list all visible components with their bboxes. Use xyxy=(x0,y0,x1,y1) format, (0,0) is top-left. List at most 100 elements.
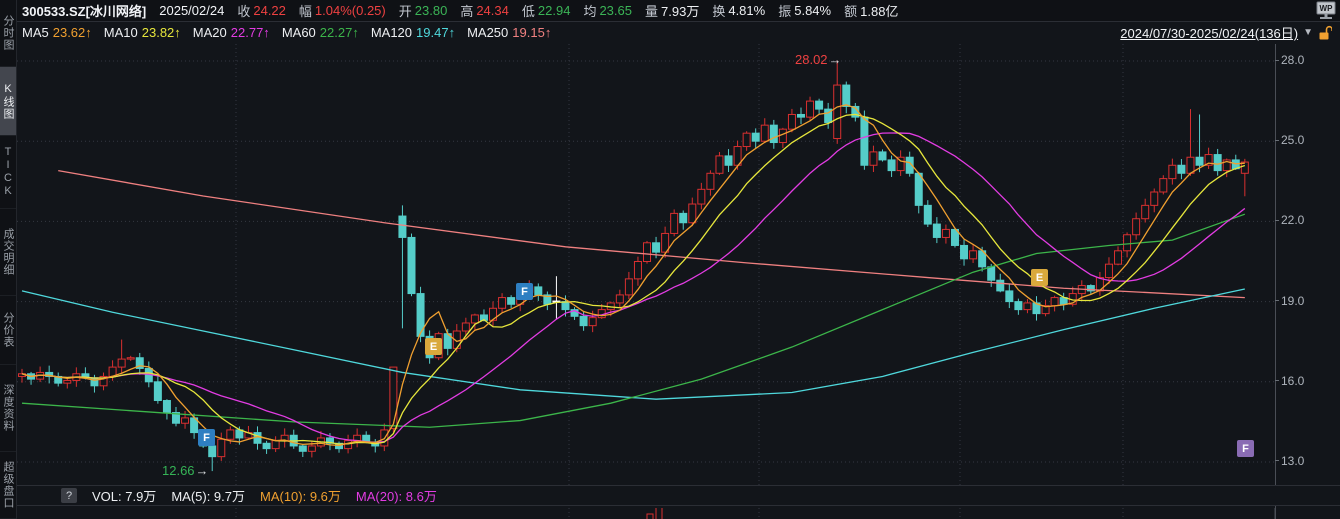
candle[interactable] xyxy=(154,377,161,404)
candle[interactable] xyxy=(290,430,297,449)
date-range-control: 2024/07/30-2025/02/24(136日) ▼ xyxy=(1120,23,1340,42)
candle[interactable] xyxy=(942,225,949,244)
candle[interactable] xyxy=(1051,296,1058,312)
candle[interactable] xyxy=(1133,213,1140,240)
candle[interactable] xyxy=(725,149,732,172)
candle[interactable] xyxy=(698,183,705,209)
candle[interactable] xyxy=(163,399,170,419)
candle[interactable] xyxy=(961,240,968,266)
candle[interactable] xyxy=(843,82,850,114)
candle[interactable] xyxy=(625,272,632,299)
candle[interactable] xyxy=(743,131,750,151)
sidebar-item-0[interactable]: 分时图 xyxy=(0,0,16,67)
marker-badge-f[interactable]: F xyxy=(198,429,215,446)
candle[interactable] xyxy=(879,149,886,161)
marker-badge-e[interactable]: E xyxy=(1031,269,1048,286)
candle[interactable] xyxy=(1151,189,1158,213)
candle[interactable] xyxy=(263,441,270,454)
candle[interactable] xyxy=(136,353,143,375)
marker-badge-e[interactable]: E xyxy=(425,338,442,355)
candle[interactable] xyxy=(1006,284,1013,308)
candle[interactable] xyxy=(752,128,759,148)
candle[interactable] xyxy=(1015,299,1022,315)
candle[interactable] xyxy=(1096,272,1103,296)
candle[interactable] xyxy=(1124,232,1131,257)
candle[interactable] xyxy=(761,118,768,143)
candle[interactable] xyxy=(616,290,623,308)
candle[interactable] xyxy=(1241,159,1248,196)
candle[interactable] xyxy=(1178,159,1185,179)
candle[interactable] xyxy=(634,257,641,286)
candle[interactable] xyxy=(381,423,388,451)
candle[interactable] xyxy=(797,108,804,125)
candle[interactable] xyxy=(870,146,877,172)
candle[interactable] xyxy=(1042,300,1049,317)
wp-monitor-icon[interactable]: WP xyxy=(1314,1,1338,21)
sidebar-item-4[interactable]: 分价表 xyxy=(0,296,16,365)
candle[interactable] xyxy=(254,426,261,449)
ma-values: MA523.62↑MA1023.82↑MA2022.77↑MA6022.27↑M… xyxy=(22,25,551,40)
candle[interactable] xyxy=(816,99,823,115)
candle[interactable] xyxy=(508,295,515,308)
candle[interactable] xyxy=(915,172,922,213)
candle[interactable] xyxy=(19,369,26,383)
candle[interactable] xyxy=(770,120,777,149)
candle[interactable] xyxy=(408,234,415,297)
sidebar-item-2[interactable]: TICK xyxy=(0,136,16,209)
unlock-icon[interactable] xyxy=(1318,25,1332,40)
candle[interactable] xyxy=(354,428,361,447)
candle[interactable] xyxy=(1169,159,1176,185)
candle[interactable] xyxy=(906,152,913,177)
candle[interactable] xyxy=(399,205,406,328)
candle[interactable] xyxy=(1205,148,1212,169)
candle[interactable] xyxy=(1160,175,1167,194)
chevron-down-icon[interactable]: ▼ xyxy=(1303,27,1313,38)
candle[interactable] xyxy=(1214,149,1221,176)
candle[interactable] xyxy=(37,367,44,383)
candle[interactable] xyxy=(299,445,306,457)
candle[interactable] xyxy=(807,97,814,121)
candle[interactable] xyxy=(1196,114,1203,172)
candle[interactable] xyxy=(716,152,723,175)
candle[interactable] xyxy=(218,433,225,461)
candle[interactable] xyxy=(272,436,279,452)
candle[interactable] xyxy=(64,378,71,389)
candle[interactable] xyxy=(671,209,678,236)
candle[interactable] xyxy=(281,428,288,447)
candle[interactable] xyxy=(644,241,651,264)
candle[interactable] xyxy=(680,210,687,229)
candle[interactable] xyxy=(1187,109,1194,176)
candle[interactable] xyxy=(707,170,714,195)
date-range-label[interactable]: 2024/07/30-2025/02/24(136日) xyxy=(1120,23,1298,42)
sidebar-item-6[interactable]: 超级盘口 xyxy=(0,452,16,519)
sidebar-item-1[interactable]: K线图 xyxy=(0,67,16,136)
candle[interactable] xyxy=(535,283,542,300)
candle[interactable] xyxy=(127,356,134,361)
candle[interactable] xyxy=(571,307,578,320)
candle[interactable] xyxy=(1115,246,1122,265)
candle[interactable] xyxy=(544,292,551,311)
candle[interactable] xyxy=(28,372,35,385)
candle[interactable] xyxy=(933,217,940,243)
candle[interactable] xyxy=(852,103,859,121)
candle[interactable] xyxy=(499,293,506,313)
candle[interactable] xyxy=(970,244,977,263)
candle[interactable] xyxy=(888,156,895,177)
candle[interactable] xyxy=(834,60,841,143)
candle[interactable] xyxy=(118,340,125,374)
candle[interactable] xyxy=(490,301,497,327)
sidebar-item-3[interactable]: 成交明细 xyxy=(0,209,16,296)
candle[interactable] xyxy=(1033,296,1040,320)
candle[interactable] xyxy=(924,200,931,227)
sidebar-item-5[interactable]: 深度资料 xyxy=(0,365,16,452)
marker-badge-f[interactable]: F xyxy=(516,283,533,300)
marker-badge-f[interactable]: F xyxy=(1237,440,1254,457)
candle[interactable] xyxy=(1142,199,1149,223)
candle[interactable] xyxy=(100,373,107,391)
candle[interactable] xyxy=(172,407,179,426)
candle[interactable] xyxy=(46,366,53,384)
help-icon[interactable]: ? xyxy=(61,488,77,503)
candle[interactable] xyxy=(897,150,904,176)
candle[interactable] xyxy=(55,372,62,386)
candle[interactable] xyxy=(779,128,786,148)
